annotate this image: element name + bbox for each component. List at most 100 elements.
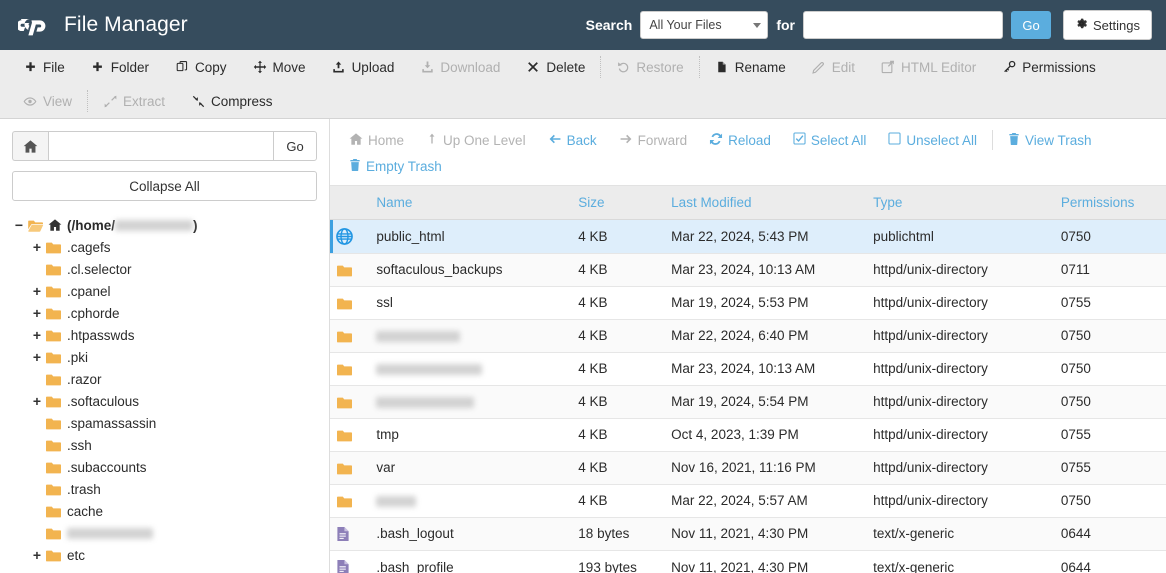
for-label: for [776, 17, 796, 33]
toolbar-folder-button[interactable]: Folder [78, 55, 162, 79]
nav-unselect-all-button[interactable]: Unselect All [877, 132, 988, 148]
tree-node-redacted-14[interactable] [12, 522, 317, 544]
table-row[interactable]: public_html 4 KB Mar 22, 2024, 5:43 PM publ… [330, 219, 1166, 254]
folder-icon [330, 385, 371, 419]
tree-node-.trash[interactable]: .trash [12, 478, 317, 500]
folder-icon [45, 284, 62, 299]
search-go-button[interactable]: Go [1011, 11, 1052, 39]
nav-back-button[interactable]: Back [537, 132, 608, 149]
tree-node-etc[interactable]: + etc [12, 544, 317, 566]
toolbar-delete-button[interactable]: Delete [513, 55, 598, 79]
cell-name[interactable] [370, 352, 573, 386]
cell-name[interactable]: public_html [370, 219, 573, 254]
table-row[interactable]: var 4 KB Nov 16, 2021, 11:16 PM httpd/unix-… [330, 451, 1166, 485]
reload-icon [709, 132, 723, 149]
folder-icon [45, 394, 62, 409]
toolbar-file-button[interactable]: File [10, 55, 78, 79]
toolbar-rename-button[interactable]: Rename [702, 55, 799, 79]
tree-node-.htpasswds[interactable]: + .htpasswds [12, 324, 317, 346]
tree-node-.cl.selector[interactable]: .cl.selector [12, 258, 317, 280]
toolbar-restore-button: Restore [603, 55, 696, 79]
settings-button[interactable]: Settings [1063, 10, 1152, 40]
tree-node-.pki[interactable]: + .pki [12, 346, 317, 368]
nav-empty-trash-button[interactable]: Empty Trash [338, 158, 453, 175]
tree-node-redacted-0[interactable]: − (/home/) [12, 214, 317, 236]
nav-reload-button[interactable]: Reload [698, 132, 782, 149]
table-row[interactable]: 4 KB Mar 22, 2024, 6:40 PM httpd/unix-dire… [330, 319, 1166, 353]
tree-node-.cpanel[interactable]: + .cpanel [12, 280, 317, 302]
tree-node-.razor[interactable]: .razor [12, 368, 317, 390]
copy-icon [175, 60, 189, 74]
tree-node-.cphorde[interactable]: + .cphorde [12, 302, 317, 324]
table-row[interactable]: .bash_logout 18 bytes Nov 11, 2021, 4:30 P… [330, 517, 1166, 551]
expand-plus-icon[interactable]: + [30, 548, 44, 562]
redacted-file-name [376, 397, 475, 409]
eye-icon [23, 95, 37, 108]
table-row[interactable]: softaculous_backups 4 KB Mar 23, 2024, 10:… [330, 253, 1166, 287]
cell-name[interactable]: var [370, 451, 573, 485]
tree-node-cache[interactable]: cache [12, 500, 317, 522]
tree-node-.softaculous[interactable]: + .softaculous [12, 390, 317, 412]
cell-size: 4 KB [572, 418, 666, 452]
col-header-last-modified[interactable]: Last Modified [665, 186, 868, 220]
toolbar-move-button[interactable]: Move [240, 55, 319, 79]
tree-node-.ssh[interactable]: .ssh [12, 434, 317, 456]
toolbar-upload-button[interactable]: Upload [319, 55, 408, 79]
tree-node-label: .cl.selector [67, 261, 132, 277]
path-go-button[interactable]: Go [273, 131, 317, 161]
cell-name[interactable]: ssl [370, 286, 573, 320]
expand-plus-icon[interactable]: + [30, 284, 44, 298]
nav-view-trash-button[interactable]: View Trash [997, 132, 1103, 149]
expand-plus-icon[interactable]: + [30, 240, 44, 254]
cell-name[interactable] [370, 319, 573, 353]
folder-icon [45, 416, 62, 431]
toolbar-item-label: Folder [110, 59, 150, 75]
cell-type: httpd/unix-directory [867, 451, 1055, 485]
table-row[interactable]: 4 KB Mar 22, 2024, 5:57 AM httpd/unix-dire… [330, 484, 1166, 518]
expand-plus-icon[interactable]: + [30, 350, 44, 364]
collapse-all-button[interactable]: Collapse All [12, 171, 317, 201]
nav-select-all-button[interactable]: Select All [782, 132, 878, 148]
cell-permissions: 0755 [1054, 418, 1166, 452]
expand-plus-icon[interactable]: + [30, 328, 44, 342]
expand-plus-icon[interactable]: + [30, 394, 44, 408]
toolbar-item-label: Rename [734, 59, 786, 75]
navigation-toolbar: Home Up One Level Back Forward Reload Select … [330, 119, 1166, 186]
toolbar-item-label: Compress [211, 93, 273, 109]
table-row[interactable]: .bash_profile 193 bytes Nov 11, 2021, 4:30… [330, 550, 1166, 573]
tree-node-label: .trash [67, 481, 101, 497]
search-scope-select[interactable]: All Your Files [640, 11, 769, 39]
cell-name[interactable] [370, 385, 573, 419]
tree-home-button[interactable] [12, 131, 48, 161]
toolbar-permissions-button[interactable]: Permissions [989, 55, 1109, 79]
search-input[interactable] [803, 11, 1004, 39]
tree-node-.cagefs[interactable]: + .cagefs [12, 236, 317, 258]
table-row[interactable]: 4 KB Mar 19, 2024, 5:54 PM httpd/unix-dire… [330, 385, 1166, 419]
tree-node-.spamassassin[interactable]: .spamassassin [12, 412, 317, 434]
toolbar-copy-button[interactable]: Copy [162, 55, 240, 79]
cell-size: 4 KB [572, 319, 666, 353]
search-label: Search [585, 17, 633, 33]
file-table: Name Size Last Modified Type Permissions pub… [330, 186, 1166, 573]
expand-plus-icon[interactable]: + [30, 306, 44, 320]
col-header-size[interactable]: Size [572, 186, 666, 220]
cell-name[interactable]: softaculous_backups [370, 253, 573, 287]
cell-name[interactable]: .bash_profile [370, 550, 573, 573]
nav-item-label: Up One Level [443, 132, 526, 148]
cell-name[interactable]: tmp [370, 418, 573, 452]
col-header-name[interactable]: Name [370, 186, 573, 220]
table-row[interactable]: ssl 4 KB Mar 19, 2024, 5:53 PM httpd/unix-d… [330, 286, 1166, 320]
col-header-permissions[interactable]: Permissions [1054, 186, 1166, 220]
table-row[interactable]: 4 KB Mar 23, 2024, 10:13 AM httpd/unix-dir… [330, 352, 1166, 386]
path-input[interactable] [48, 131, 273, 161]
table-row[interactable]: tmp 4 KB Oct 4, 2023, 1:39 PM httpd/unix-di… [330, 418, 1166, 452]
tree-node-label: .htpasswds [67, 327, 135, 343]
collapse-minus-icon[interactable]: − [12, 218, 26, 232]
cell-name[interactable] [370, 484, 573, 518]
toolbar-compress-button[interactable]: Compress [178, 89, 286, 113]
col-header-type[interactable]: Type [867, 186, 1055, 220]
folder-icon [330, 253, 371, 287]
tree-node-.subaccounts[interactable]: .subaccounts [12, 456, 317, 478]
cell-size: 4 KB [572, 484, 666, 518]
cell-name[interactable]: .bash_logout [370, 517, 573, 551]
